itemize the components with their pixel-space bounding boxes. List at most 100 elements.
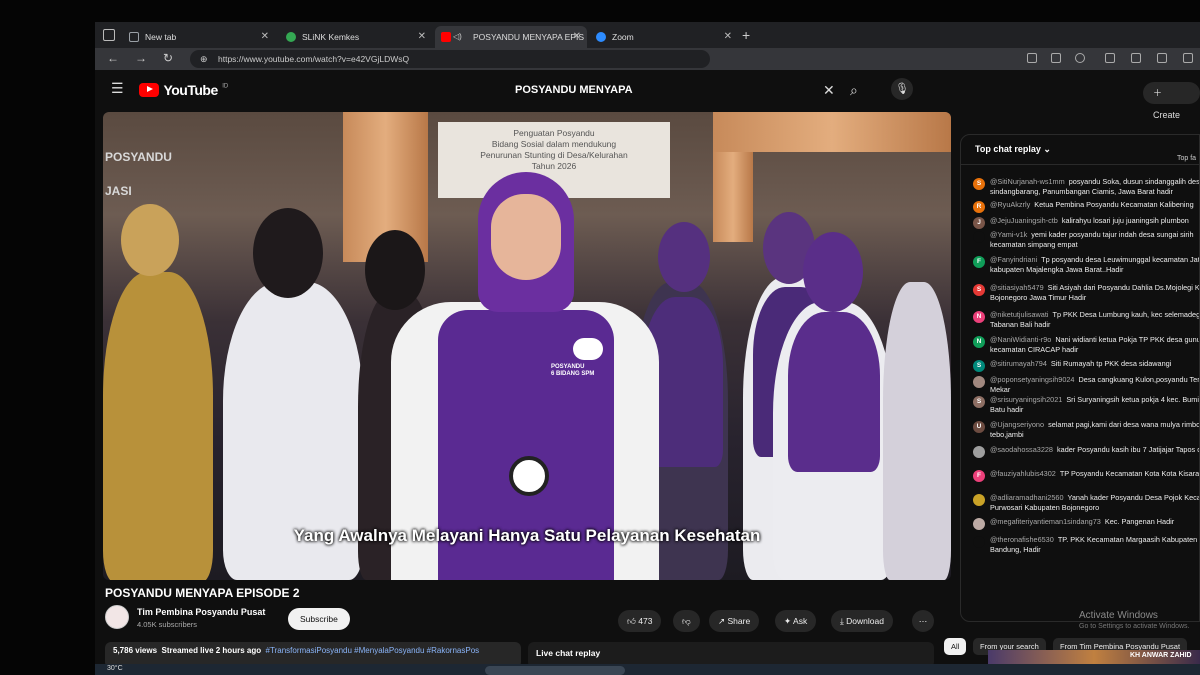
chat-text: kader Posyandu kasih ibu 7 Jatijajar Tap…: [1057, 445, 1199, 454]
chat-mode-dropdown[interactable]: Top chat replay ⌄: [975, 144, 1051, 155]
vest-label-line: 6 BIDANG SPM: [551, 371, 595, 377]
chat-author[interactable]: @theronafishe6530: [990, 535, 1054, 544]
chat-avatar[interactable]: [973, 494, 985, 506]
chat-avatar[interactable]: F: [973, 470, 985, 482]
tab-actions-icon[interactable]: [103, 29, 115, 41]
close-icon[interactable]: ✕: [418, 26, 426, 48]
chip-all[interactable]: All: [944, 638, 967, 655]
tab-new-tab[interactable]: New tab ✕: [123, 26, 275, 48]
chat-avatar[interactable]: J: [973, 217, 985, 229]
channel-avatar[interactable]: [105, 605, 129, 629]
chat-avatar[interactable]: N: [973, 311, 985, 323]
chat-author[interactable]: @niketutjulisawati: [990, 310, 1049, 319]
read-aloud-icon[interactable]: [1051, 53, 1061, 63]
screen: New tab ✕ SLiNK Kemkes ✕ ◁) POSYANDU MEN…: [95, 22, 1200, 675]
chat-avatar[interactable]: [973, 536, 985, 548]
chat-avatar[interactable]: U: [973, 421, 985, 433]
create-label: Create: [1153, 110, 1181, 120]
share-button[interactable]: ↗ Share: [709, 610, 760, 632]
video-player[interactable]: Penguatan Posyandu Bidang Sosial dalam m…: [103, 112, 951, 580]
extensions-icon[interactable]: [1105, 53, 1115, 63]
chat-author[interactable]: @sitiasiyah5479: [990, 283, 1044, 292]
chat-avatar[interactable]: F: [973, 256, 985, 268]
chat-avatar[interactable]: S: [973, 396, 985, 408]
youtube-logo[interactable]: YouTube ID: [139, 81, 228, 99]
dislike-button[interactable]: 👎︎: [673, 610, 700, 632]
taskbar: 30°C: [95, 664, 1200, 675]
tab-posyandu-menyapa[interactable]: ◁) POSYANDU MENYAPA EPIS ✕: [435, 26, 587, 48]
hashtags[interactable]: #TransformasiPosyandu #MenyalaPosyandu #…: [266, 646, 480, 655]
address-bar: ← → ↻ ⊕ https://www.youtube.com/watch?v=…: [95, 48, 1200, 70]
weather-widget[interactable]: 30°C: [107, 665, 123, 672]
forward-button[interactable]: →: [135, 51, 147, 65]
chat-message-body: @niketutjulisawati Tp PKK Desa Lumbung ka…: [990, 310, 1199, 330]
chat-avatar[interactable]: S: [973, 284, 985, 296]
chat-message-body: @sitiasiyah5479 Siti Asiyah dari Posyandu…: [990, 283, 1199, 303]
chat-message-body: @srisuryaningsih2021 Sri Suryaningsih ket…: [990, 395, 1199, 415]
next-video-thumbnail-text: KH ANWAR ZAHID: [1130, 652, 1192, 659]
chat-avatar[interactable]: S: [973, 360, 985, 372]
chat-author[interactable]: @megafiteriyantieman1sindang73: [990, 517, 1101, 526]
chat-avatar[interactable]: S: [973, 178, 985, 190]
close-icon[interactable]: ✕: [261, 26, 269, 48]
chat-author[interactable]: @Ujangseriyono: [990, 420, 1044, 429]
chat-avatar[interactable]: N: [973, 336, 985, 348]
chat-author[interactable]: @Yami-v1k: [990, 230, 1027, 239]
collections-icon[interactable]: [1157, 53, 1167, 63]
microphone-icon[interactable]: 🎙: [891, 78, 913, 100]
close-icon[interactable]: ✕: [724, 26, 732, 48]
favorite-star-icon[interactable]: [1075, 53, 1085, 63]
menu-icon[interactable]: ☰: [111, 80, 124, 97]
chat-author[interactable]: @srisuryaningsih2021: [990, 395, 1062, 404]
back-button[interactable]: ←: [107, 51, 119, 65]
reload-button[interactable]: ↻: [163, 51, 173, 65]
chat-header-right[interactable]: Top fa: [1177, 155, 1196, 162]
profile-icon[interactable]: [1183, 53, 1193, 63]
chat-author[interactable]: @adliaramadhani2560: [990, 493, 1064, 502]
create-button[interactable]: ＋ Create: [1143, 82, 1200, 120]
banner-line: Penurunan Stunting di Desa/Kelurahan: [480, 150, 628, 160]
close-icon[interactable]: ✕: [573, 26, 581, 48]
taskbar-search[interactable]: [485, 666, 625, 675]
chat-author[interactable]: @sitirumayah794: [990, 359, 1047, 368]
chat-author[interactable]: @JejuJuaningsih-ctb: [990, 216, 1058, 225]
background-person-head: [365, 230, 425, 310]
channel-name[interactable]: Tim Pembina Posyandu Pusat: [137, 607, 265, 617]
download-label: Download: [846, 616, 884, 626]
speaker-icon[interactable]: ◁): [453, 26, 462, 48]
chat-author[interactable]: @saodahossa3228: [990, 445, 1053, 454]
search-input[interactable]: POSYANDU MENYAPA ✕: [505, 76, 845, 104]
background-person-head: [803, 232, 863, 312]
chat-author[interactable]: @SitiNurjanah-ws1mm: [990, 177, 1065, 186]
split-screen-icon[interactable]: [1131, 53, 1141, 63]
chat-author[interactable]: @Fanyindriani: [990, 255, 1037, 264]
tab-slink-kemkes[interactable]: SLiNK Kemkes ✕: [280, 26, 432, 48]
chat-author[interactable]: @RyuAkzrly: [990, 200, 1030, 209]
clear-search-icon[interactable]: ✕: [823, 76, 835, 104]
thumbs-up-icon: 👍︎: [627, 616, 636, 626]
vest-label-line: POSYANDU: [551, 364, 585, 370]
chat-avatar[interactable]: [973, 231, 985, 243]
chat-avatar[interactable]: [973, 518, 985, 530]
chat-avatar[interactable]: [973, 376, 985, 388]
chat-avatar[interactable]: [973, 446, 985, 458]
chat-author[interactable]: @NaniWidianti-r9o: [990, 335, 1051, 344]
chat-avatar[interactable]: R: [973, 201, 985, 213]
background-sign-text: JASI: [105, 184, 132, 198]
chat-author[interactable]: @poponsetyaningsih9024: [990, 375, 1075, 384]
extension-icon[interactable]: [1027, 53, 1037, 63]
youtube-play-icon: [139, 82, 159, 97]
like-button[interactable]: 👍︎ 473: [618, 610, 662, 632]
download-button[interactable]: ⤓ Download: [831, 610, 893, 632]
new-tab-button[interactable]: +: [742, 27, 750, 43]
ask-button[interactable]: ✦ Ask: [775, 610, 817, 632]
url-input[interactable]: ⊕ https://www.youtube.com/watch?v=e42VGj…: [190, 50, 710, 68]
live-chat-panel: Top chat replay ⌄ Top fa S @SitiNurjanah-…: [960, 134, 1200, 622]
chat-author[interactable]: @fauziyahlubis4302: [990, 469, 1056, 478]
more-actions-button[interactable]: ⋯: [912, 610, 934, 632]
subscribe-button[interactable]: Subscribe: [288, 608, 350, 630]
tab-zoom[interactable]: Zoom ✕: [590, 26, 738, 48]
lock-icon[interactable]: ⊕: [200, 50, 208, 68]
search-icon[interactable]: ⌕: [850, 82, 858, 99]
thumbs-down-icon: 👎︎: [682, 616, 691, 626]
